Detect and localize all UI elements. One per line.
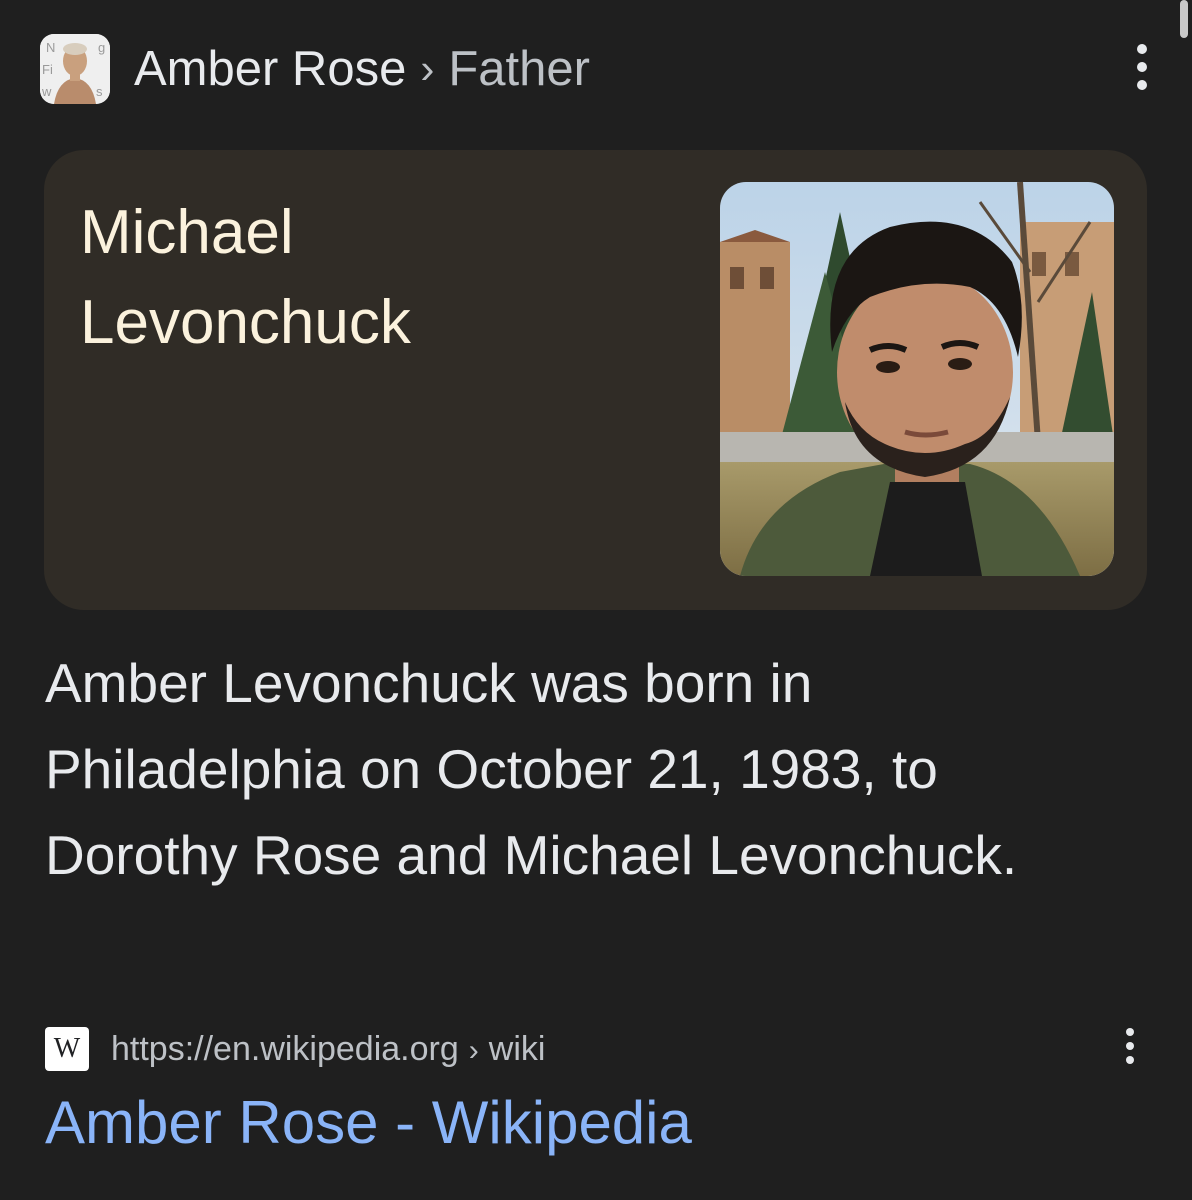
wikipedia-logo-icon: W bbox=[45, 1027, 89, 1071]
more-vert-icon[interactable] bbox=[1127, 44, 1157, 90]
portrait-thumbnail-image: N g Fi w s bbox=[40, 34, 110, 104]
answer-card[interactable]: Michael Levonchuck bbox=[44, 150, 1147, 610]
menu-dot bbox=[1126, 1042, 1134, 1050]
svg-text:w: w bbox=[41, 84, 52, 99]
svg-text:Fi: Fi bbox=[42, 62, 53, 77]
more-vert-icon[interactable] bbox=[1115, 1028, 1145, 1064]
breadcrumb-separator: › bbox=[420, 45, 435, 92]
breadcrumb: Amber Rose › Father bbox=[134, 41, 590, 97]
source-url-separator: › bbox=[468, 1033, 479, 1067]
answer-photo[interactable] bbox=[720, 182, 1114, 576]
source-path: wiki bbox=[488, 1029, 546, 1068]
menu-dot bbox=[1126, 1028, 1134, 1036]
menu-dot bbox=[1137, 80, 1147, 90]
source-citation[interactable]: W https://en.wikipedia.org › wiki bbox=[45, 1026, 545, 1072]
menu-dot bbox=[1137, 62, 1147, 72]
answer-header: N g Fi w s Amber Rose › Father bbox=[40, 34, 1152, 104]
entity-thumbnail[interactable]: N g Fi w s bbox=[40, 34, 110, 104]
scrollbar-thumb[interactable] bbox=[1180, 0, 1188, 38]
menu-dot bbox=[1137, 44, 1147, 54]
breadcrumb-entity[interactable]: Amber Rose bbox=[134, 41, 406, 97]
svg-text:N: N bbox=[46, 40, 55, 55]
svg-text:s: s bbox=[96, 84, 103, 99]
result-title-link[interactable]: Amber Rose - Wikipedia bbox=[45, 1088, 692, 1157]
source-domain: https://en.wikipedia.org bbox=[111, 1029, 459, 1068]
answer-snippet: Amber Levonchuck was born in Philadelphi… bbox=[45, 652, 1018, 886]
svg-text:g: g bbox=[98, 40, 105, 55]
source-url[interactable]: https://en.wikipedia.org › wiki bbox=[111, 1030, 545, 1069]
answer-title: Michael Levonchuck bbox=[80, 198, 411, 357]
menu-dot bbox=[1126, 1056, 1134, 1064]
breadcrumb-attribute: Father bbox=[448, 42, 590, 96]
portrait-photo-image bbox=[720, 182, 1114, 576]
